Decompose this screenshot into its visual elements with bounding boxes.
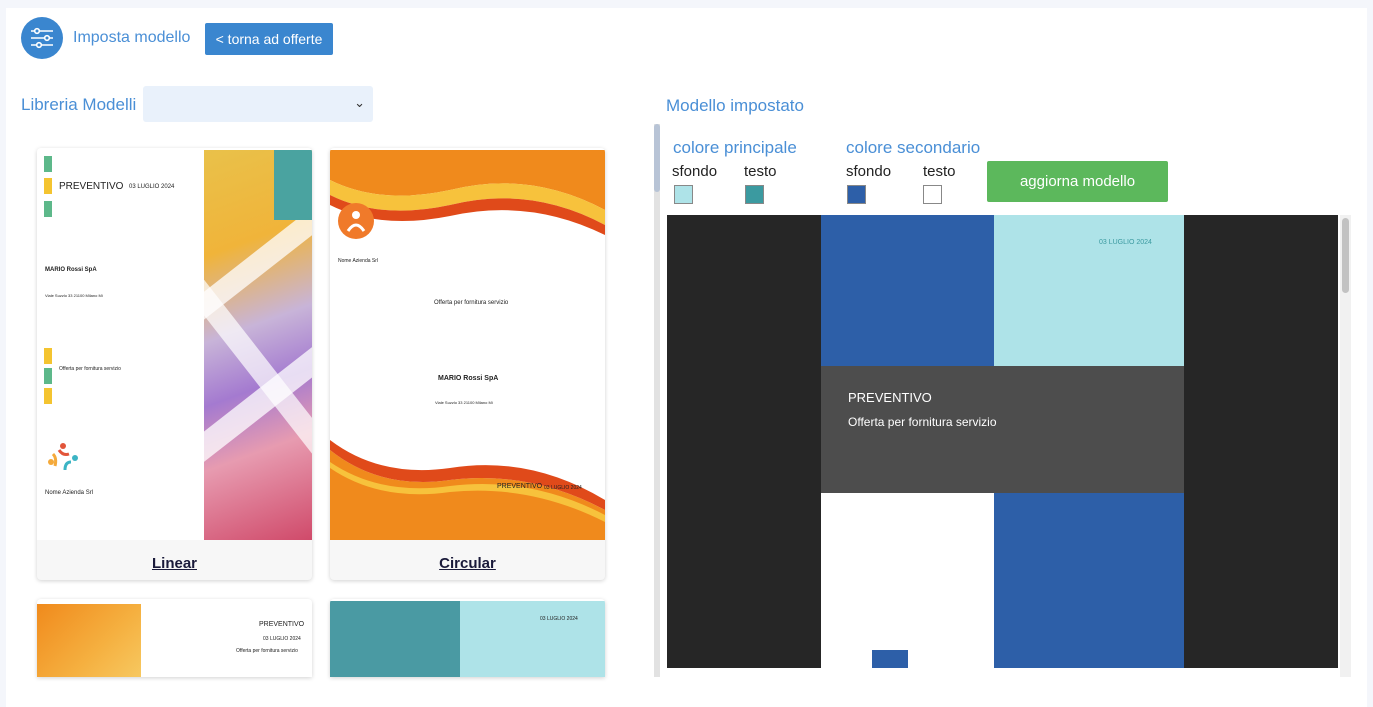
primary-color-label: colore principale [673,138,797,157]
model-preview: 03 LUGLIO 2024 PREVENTIVO Offerta per fo… [667,215,1338,668]
company-name: Nome Azienda Srl [338,258,379,264]
library-scrollbar-thumb[interactable] [654,124,660,192]
preview-subject: Offerta per fornitura servizio [848,415,997,429]
preview-date: 03 LUGLIO 2024 [1099,239,1152,246]
company-logo-icon [338,203,374,239]
doc-title: PREVENTIVO [497,483,543,490]
update-model-button[interactable]: aggiorna modello [987,161,1168,202]
template-thumbnail: PREVENTIVO 03 LUGLIO 2024 Offerta per fo… [37,599,312,677]
client-address: Viale Suzzlo 33 21100 Milano Mi [45,293,103,298]
secondary-color-label: colore secondario [846,138,981,157]
template-card-4[interactable]: 03 LUGLIO 2024 [330,599,605,677]
secondary-bg-label: sfondo [846,163,892,180]
secondary-text-swatch[interactable] [923,185,942,204]
doc-date: 03 LUGLIO 2024 [544,485,582,491]
doc-title: PREVENTIVO [259,621,305,628]
library-select[interactable]: ⌄ [143,86,373,122]
client-name: MARIO Rossi SpA [45,267,97,273]
secondary-bg-swatch[interactable] [847,185,866,204]
decorative-image [37,604,141,677]
library-label: Libreria Modelli [21,95,137,114]
secondary-text-label: testo [923,163,956,180]
template-card-linear[interactable]: PREVENTIVO 03 LUGLIO 2024 MARIO Rossi Sp… [37,148,312,580]
preview-banner [821,366,1184,493]
doc-subject: Offerta per fornitura servizio [59,366,121,372]
decorative-image [204,150,312,540]
preview-title: PREVENTIVO [848,390,932,405]
model-label: Modello impostato [666,96,804,115]
template-card-3[interactable]: PREVENTIVO 03 LUGLIO 2024 Offerta per fo… [37,599,312,677]
preview-scrollbar-thumb[interactable] [1342,218,1349,293]
template-thumbnail: Nome Azienda Srl Offerta per fornitura s… [330,148,605,540]
company-logo-icon [45,440,81,481]
doc-subject: Offerta per fornitura servizio [434,300,509,306]
primary-bg-swatch[interactable] [674,185,693,204]
template-name[interactable]: Linear [37,555,312,572]
doc-date: 03 LUGLIO 2024 [263,636,301,642]
doc-date: 03 LUGLIO 2024 [129,184,175,190]
settings-sliders-icon [21,17,63,59]
template-thumbnail: 03 LUGLIO 2024 [330,599,605,677]
doc-date: 03 LUGLIO 2024 [540,616,578,622]
doc-subject: Offerta per fornitura servizio [236,648,298,654]
page-title: Imposta modello [73,29,191,46]
client-address: Viale Suzzlo 33 21100 Milano Mi [435,400,493,405]
template-name[interactable]: Circular [330,555,605,572]
primary-bg-label: sfondo [672,163,718,180]
template-thumbnail: PREVENTIVO 03 LUGLIO 2024 MARIO Rossi Sp… [37,148,312,540]
primary-text-swatch[interactable] [745,185,764,204]
doc-title: PREVENTIVO [59,181,124,192]
back-to-offers-button[interactable]: < torna ad offerte [205,23,333,55]
primary-text-label: testo [744,163,777,180]
library-scrollbar[interactable] [654,124,660,677]
template-card-circular[interactable]: Nome Azienda Srl Offerta per fornitura s… [330,148,605,580]
chevron-down-icon: ⌄ [354,95,365,110]
company-name: Nome Azienda Srl [45,490,94,496]
client-name: MARIO Rossi SpA [438,375,499,382]
